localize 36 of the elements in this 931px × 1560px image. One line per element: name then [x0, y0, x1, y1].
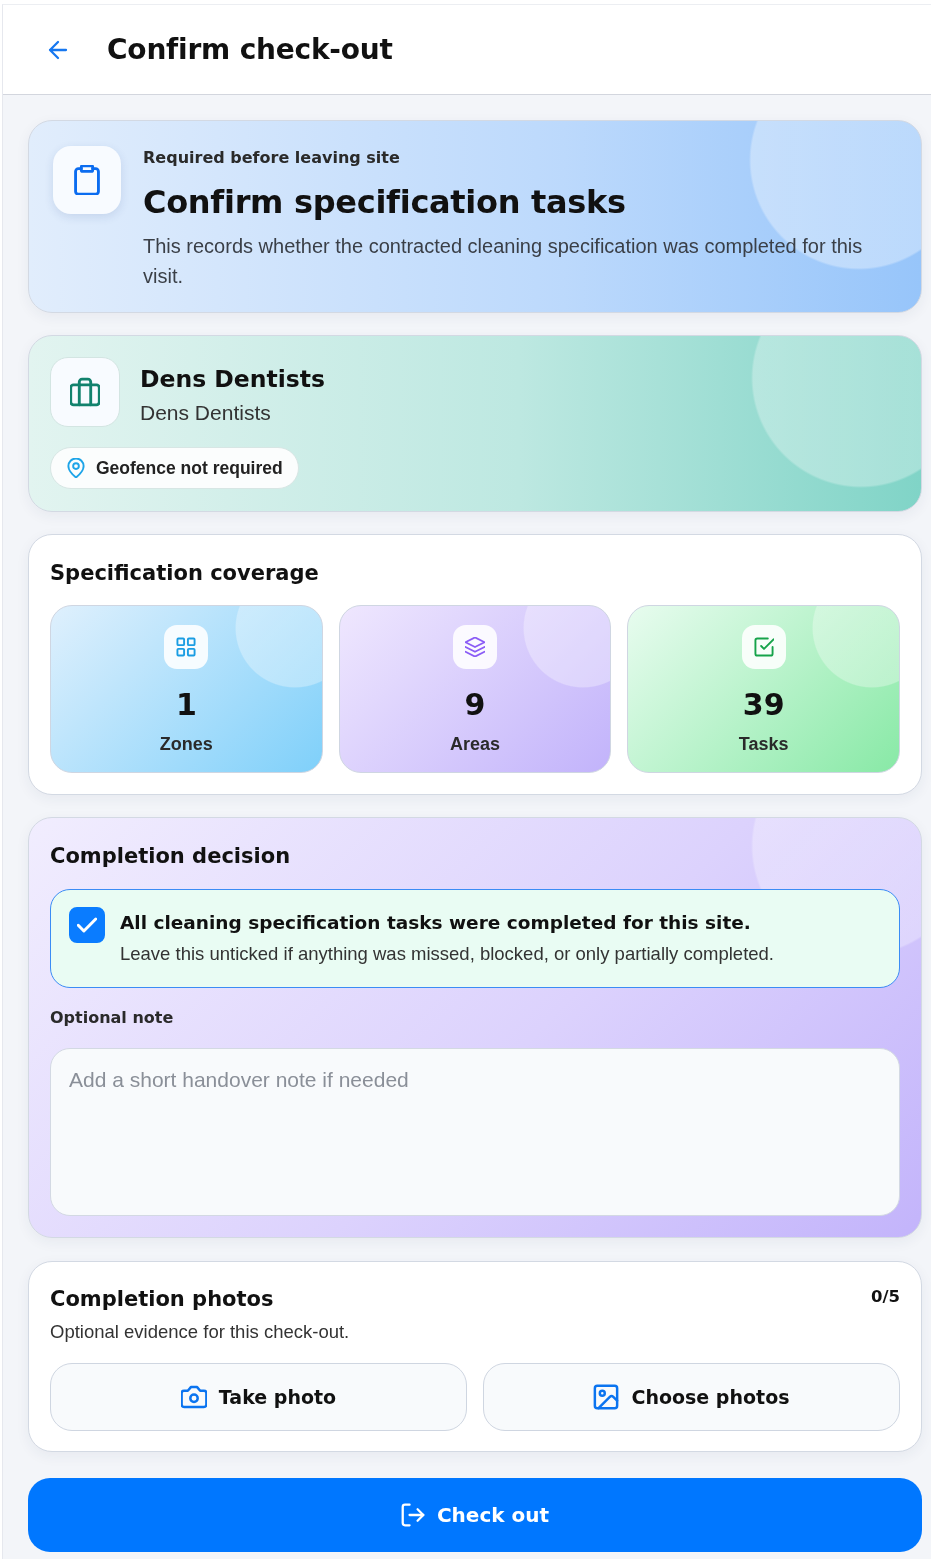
clipboard-icon [53, 146, 121, 214]
check-out-button[interactable]: Check out [28, 1478, 922, 1552]
stat-value: 9 [464, 686, 486, 724]
stat-value: 1 [175, 686, 197, 724]
note-field[interactable]: Add a short handover note if needed [50, 1048, 900, 1216]
stat-label: Zones [159, 733, 213, 755]
confirmation-label: All cleaning specification tasks were completed for this site. [120, 911, 752, 935]
intro-description: This records whether the contracted cleaning specification was completed for this visit. [143, 234, 864, 289]
layers-icon [453, 625, 497, 669]
photos-description: Optional evidence for this check-out. [50, 1321, 351, 1343]
page-title: Confirm check-out [107, 33, 393, 66]
camera-icon [180, 1384, 207, 1410]
stat-label: Tasks [738, 733, 789, 755]
stat-label: Areas [449, 733, 500, 755]
photos-title: Completion photos [50, 1286, 274, 1313]
intro-title: Confirm specification tasks [143, 182, 627, 223]
stat-value: 39 [742, 686, 785, 724]
site-subtitle: Dens Dentists [140, 400, 272, 426]
grid-icon [164, 625, 209, 669]
take-photo-button[interactable]: Take photo [50, 1363, 467, 1431]
confirmation-hint: Leave this unticked if anything was missed, blocked, or only partially completed. [120, 942, 774, 966]
site-name: Dens Dentists [140, 364, 326, 395]
tick-icon [77, 917, 97, 933]
coverage-title: Specification coverage [50, 560, 320, 587]
briefcase-icon [50, 357, 120, 427]
intro-eyebrow: Required before leaving site [143, 147, 401, 169]
checkbox-tick-icon [741, 625, 786, 669]
map-pin-icon [66, 458, 86, 478]
image-icon [593, 1384, 620, 1410]
checkbox[interactable] [69, 907, 105, 943]
logout-icon [400, 1503, 425, 1527]
decision-title: Completion decision [50, 843, 292, 870]
choose-photos-button[interactable]: Choose photos [483, 1363, 900, 1431]
note-label: Optional note [50, 1007, 175, 1029]
photo-count: 0/5 [871, 1286, 900, 1308]
geofence-label: Geofence not required [96, 457, 283, 479]
